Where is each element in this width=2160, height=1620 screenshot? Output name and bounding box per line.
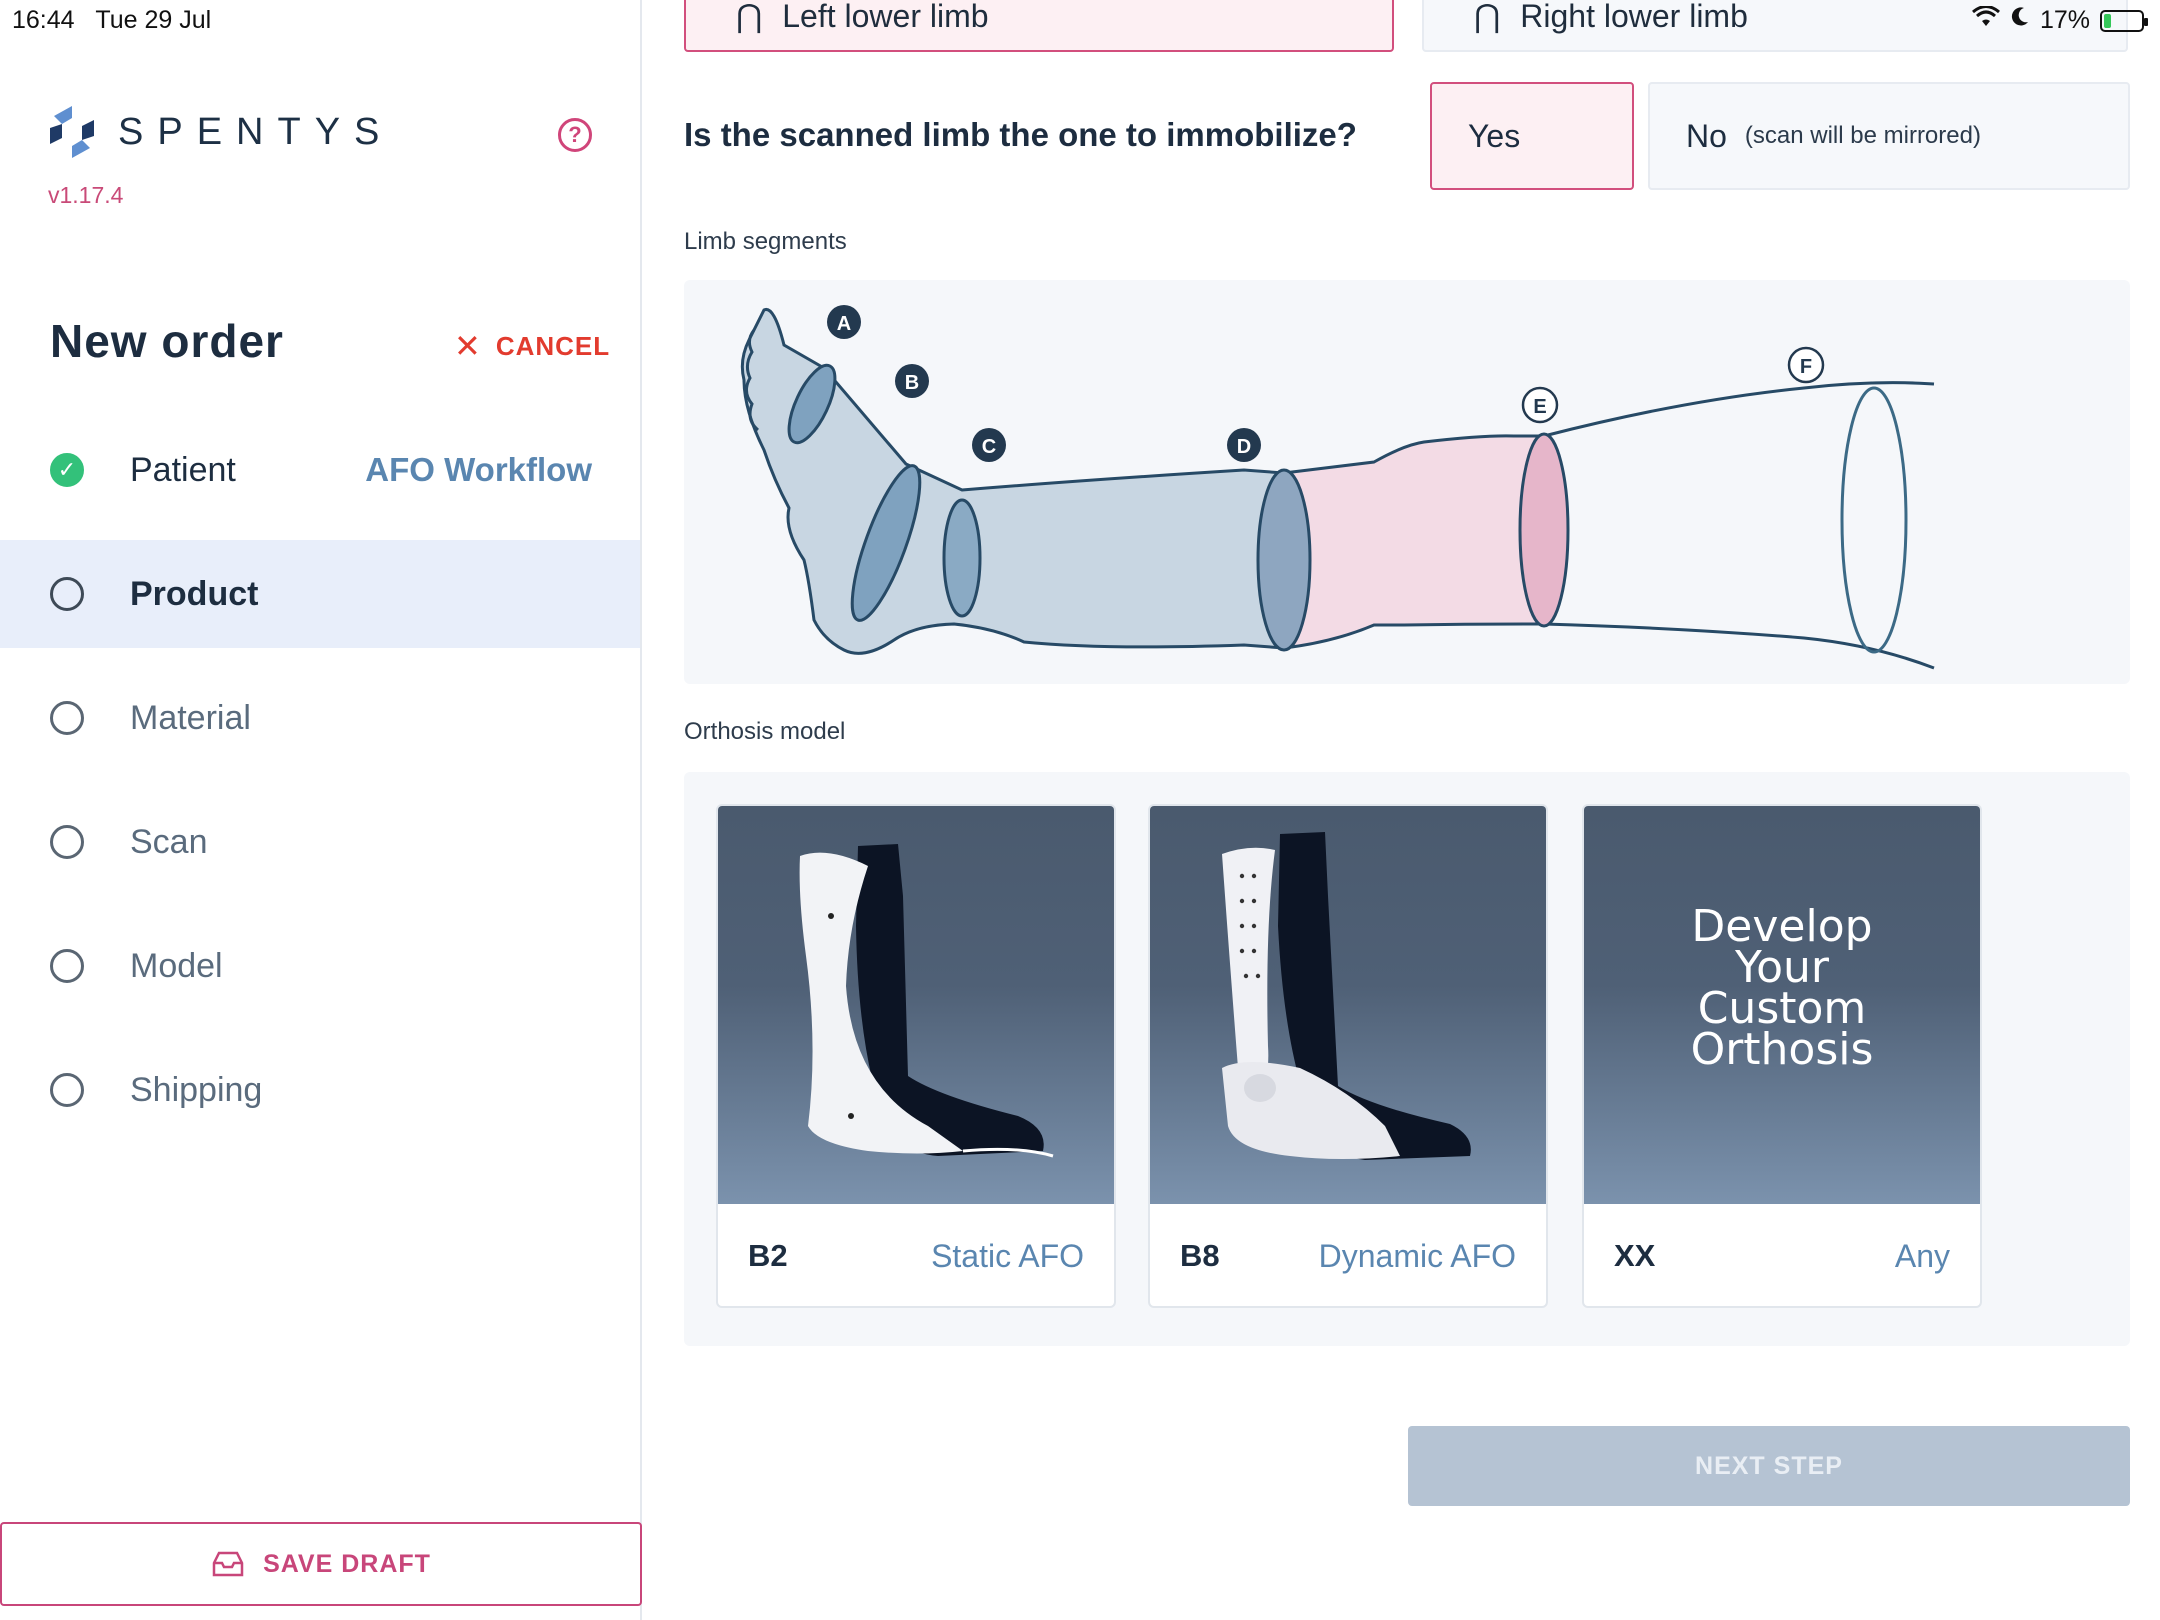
segment-marker-e: E bbox=[1521, 386, 1559, 424]
model-code: XX bbox=[1614, 1238, 1656, 1273]
model-code: B2 bbox=[748, 1238, 788, 1273]
inbox-tray-icon bbox=[212, 1551, 244, 1577]
model-code: B8 bbox=[1180, 1238, 1220, 1273]
model-card-b8[interactable]: B8 Dynamic AFO bbox=[1148, 804, 1548, 1308]
brand-name: SPENTYS bbox=[118, 110, 394, 153]
page-title: New order bbox=[50, 315, 284, 367]
battery-level bbox=[2104, 13, 2111, 28]
sidebar: SPENTYS v1.17.4 ? New order ✕ CANCEL ✓ P… bbox=[0, 0, 642, 1620]
save-draft-button[interactable]: SAVE DRAFT bbox=[0, 1522, 642, 1606]
check-icon: ✓ bbox=[50, 453, 84, 487]
step-shipping[interactable]: Shipping bbox=[0, 1028, 640, 1152]
card-footer: B8 Dynamic AFO bbox=[1150, 1204, 1546, 1306]
limb-segments-diagram: A B C D E F bbox=[684, 280, 2130, 684]
segment-marker-a: A bbox=[827, 305, 861, 339]
step-circle-icon bbox=[50, 1073, 84, 1107]
next-step-button[interactable]: NEXT STEP bbox=[1408, 1426, 2130, 1506]
model-type: Any bbox=[1894, 1237, 1950, 1274]
leg-illustration: A B C D E F bbox=[740, 305, 1935, 670]
step-label: Model bbox=[130, 946, 223, 985]
help-icon[interactable]: ? bbox=[558, 118, 592, 152]
close-icon: ✕ bbox=[454, 328, 482, 364]
step-circle-icon bbox=[50, 825, 84, 859]
workflow-link[interactable]: AFO Workflow bbox=[365, 451, 592, 489]
svg-text:C: C bbox=[982, 436, 996, 458]
card-footer: B2 Static AFO bbox=[718, 1204, 1114, 1306]
step-list: ✓ Patient AFO Workflow Product Material … bbox=[0, 408, 640, 1152]
segment-marker-d: D bbox=[1227, 428, 1261, 462]
custom-orthosis-text: Develop Your Custom Orthosis bbox=[1690, 901, 1874, 1075]
model-card-xx[interactable]: Develop Your Custom Orthosis XX Any bbox=[1582, 804, 1982, 1308]
spentys-logo-icon bbox=[50, 106, 94, 158]
static-afo-image bbox=[718, 806, 1114, 1204]
step-circle-icon bbox=[50, 701, 84, 735]
svg-text:E: E bbox=[1533, 396, 1546, 418]
dynamic-afo-image bbox=[1150, 806, 1546, 1204]
model-type: Static AFO bbox=[931, 1237, 1084, 1274]
yes-option[interactable]: Yes bbox=[1430, 82, 1634, 190]
step-circle-icon bbox=[50, 949, 84, 983]
status-indicators: 17% bbox=[1971, 5, 2148, 35]
segment-marker-b: B bbox=[895, 364, 929, 398]
step-label: Product bbox=[130, 574, 259, 613]
step-patient[interactable]: ✓ Patient AFO Workflow bbox=[0, 408, 640, 532]
mirror-note: (scan will be mirrored) bbox=[1744, 122, 1981, 149]
step-product[interactable]: Product bbox=[0, 540, 640, 648]
app-version: v1.17.4 bbox=[48, 182, 124, 208]
logo: SPENTYS bbox=[48, 104, 393, 160]
model-card-b2[interactable]: B2 Static AFO bbox=[716, 804, 1116, 1308]
battery-percent: 17% bbox=[2039, 6, 2090, 34]
status-bar: 16:44 Tue 29 Jul 17% bbox=[0, 0, 2160, 40]
wifi-icon bbox=[1971, 5, 2000, 35]
main-content: ⋂ Left lower limb ⋂ Right lower limb Is … bbox=[642, 0, 2160, 1620]
svg-text:F: F bbox=[1800, 356, 1812, 378]
orthosis-model-list: B2 Static AFO B8 Dynamic AFO Develop You… bbox=[684, 772, 2130, 1346]
immobilize-question: Is the scanned limb the one to immobiliz… bbox=[684, 116, 1357, 153]
cancel-button[interactable]: ✕ CANCEL bbox=[454, 330, 610, 362]
card-footer: XX Any bbox=[1584, 1204, 1980, 1306]
step-label: Scan bbox=[130, 822, 208, 861]
status-time: 16:44 Tue 29 Jul bbox=[12, 6, 212, 34]
svg-text:A: A bbox=[837, 313, 851, 335]
segments-label: Limb segments bbox=[684, 228, 847, 255]
step-circle-icon bbox=[50, 577, 84, 611]
orthosis-label: Orthosis model bbox=[684, 718, 846, 745]
battery-icon bbox=[2100, 9, 2148, 32]
step-scan[interactable]: Scan bbox=[0, 780, 640, 904]
custom-orthosis-image: Develop Your Custom Orthosis bbox=[1584, 806, 1980, 1204]
step-label: Shipping bbox=[130, 1070, 263, 1109]
moon-icon bbox=[2010, 6, 2030, 35]
step-material[interactable]: Material bbox=[0, 656, 640, 780]
model-type: Dynamic AFO bbox=[1318, 1237, 1516, 1274]
svg-text:D: D bbox=[1237, 436, 1251, 458]
step-label: Patient bbox=[130, 450, 236, 489]
step-label: Material bbox=[130, 698, 251, 737]
segment-marker-f: F bbox=[1787, 346, 1825, 384]
step-model[interactable]: Model bbox=[0, 904, 640, 1028]
svg-text:B: B bbox=[905, 372, 919, 394]
segment-marker-c: C bbox=[972, 428, 1006, 462]
no-option[interactable]: No (scan will be mirrored) bbox=[1648, 82, 2130, 190]
